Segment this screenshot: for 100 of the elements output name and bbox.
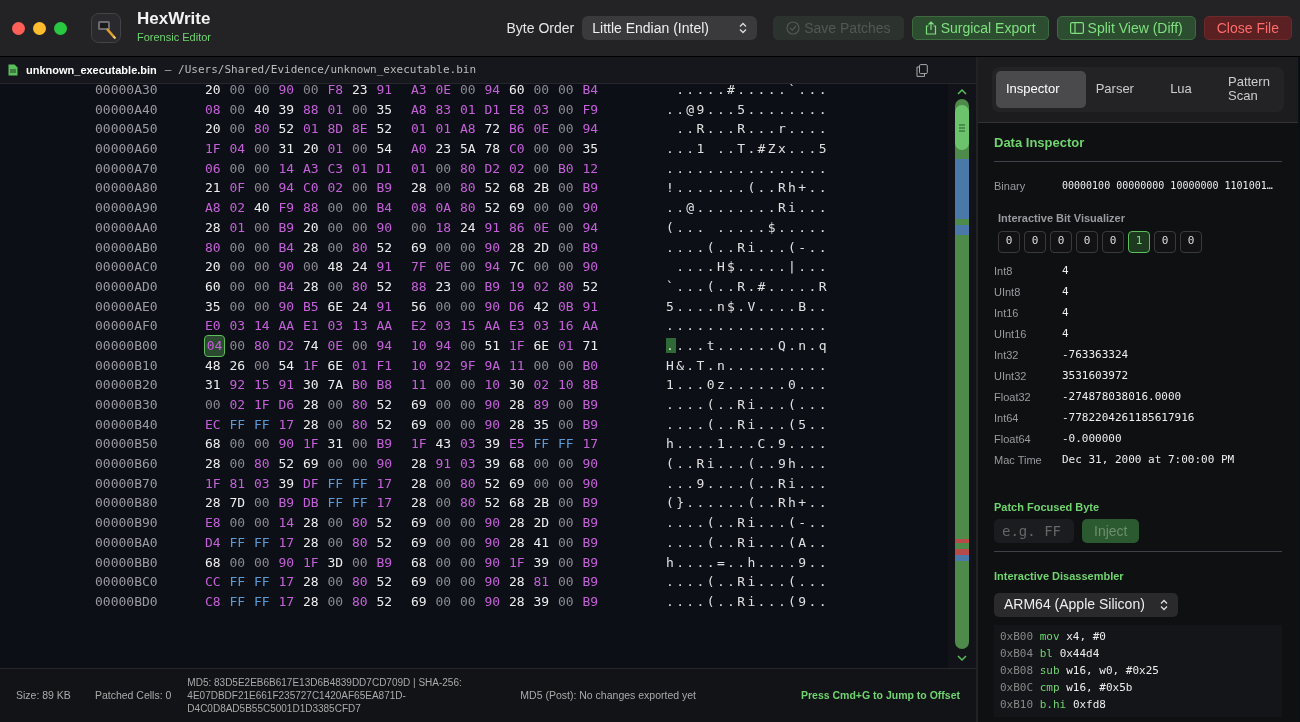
hex-byte[interactable]: 03 xyxy=(254,473,279,494)
hex-byte[interactable]: 90 xyxy=(376,217,401,238)
hex-byte[interactable]: 80 xyxy=(460,493,485,514)
hex-byte[interactable]: FF xyxy=(254,532,279,553)
hex-byte[interactable]: FF xyxy=(254,591,279,612)
hex-byte[interactable]: 19 xyxy=(509,276,534,297)
hex-byte[interactable]: FF xyxy=(352,473,377,494)
hex-byte[interactable]: 42 xyxy=(533,296,558,317)
hex-byte[interactable]: 56 xyxy=(411,296,436,317)
hex-byte[interactable]: A3 xyxy=(303,158,328,179)
hex-byte[interactable]: 52 xyxy=(278,454,303,474)
hex-byte[interactable]: 52 xyxy=(376,237,401,258)
hex-byte[interactable]: 00 xyxy=(254,276,279,297)
hex-byte[interactable]: 30 xyxy=(509,375,534,395)
hex-byte[interactable]: 00 xyxy=(460,375,485,395)
hex-byte[interactable]: F1 xyxy=(376,355,401,376)
hex-byte[interactable]: 31 xyxy=(278,139,303,159)
hex-byte[interactable]: B0 xyxy=(558,158,583,179)
hex-byte[interactable]: 00 xyxy=(254,217,279,238)
hex-byte[interactable]: 00 xyxy=(229,257,254,277)
hex-byte[interactable]: 28 xyxy=(509,591,534,612)
hex-byte[interactable]: 00 xyxy=(352,552,377,573)
hex-byte[interactable]: 00 xyxy=(229,335,254,356)
hex-byte[interactable]: 7F xyxy=(411,257,436,277)
hex-byte[interactable]: 20 xyxy=(205,84,230,100)
hex-byte[interactable]: 18 xyxy=(435,217,460,238)
hex-byte[interactable]: 00 xyxy=(558,217,583,238)
hex-byte[interactable]: 6E xyxy=(327,355,352,376)
hex-byte[interactable]: 92 xyxy=(435,355,460,376)
hex-byte[interactable]: 03 xyxy=(533,316,558,336)
hex-byte[interactable]: 94 xyxy=(376,335,401,356)
hex-byte[interactable]: FF xyxy=(254,572,279,592)
hex-byte[interactable]: 17 xyxy=(376,473,401,494)
hex-byte[interactable]: 28 xyxy=(303,513,328,533)
hex-byte[interactable]: 03 xyxy=(460,454,485,474)
hex-byte[interactable]: B5 xyxy=(303,296,328,317)
hex-byte[interactable]: 15 xyxy=(460,316,485,336)
hex-byte[interactable]: D2 xyxy=(484,158,509,179)
hex-byte[interactable]: 00 xyxy=(327,395,352,415)
hex-byte[interactable]: 28 xyxy=(509,414,534,435)
hex-byte[interactable]: DB xyxy=(303,493,328,514)
hex-byte[interactable]: 00 xyxy=(352,99,377,120)
hex-byte[interactable]: 06 xyxy=(205,158,230,179)
hex-byte[interactable]: 20 xyxy=(205,119,230,140)
hex-byte[interactable]: 40 xyxy=(254,198,279,218)
hex-byte[interactable]: 00 xyxy=(435,552,460,573)
hex-byte[interactable]: 02 xyxy=(229,198,254,218)
hex-byte[interactable]: 00 xyxy=(533,84,558,100)
hex-byte[interactable]: 28 xyxy=(509,572,534,592)
hex-byte[interactable]: 00 xyxy=(352,434,377,455)
hex-byte[interactable]: 14 xyxy=(254,316,279,336)
hex-byte[interactable]: 20 xyxy=(205,257,230,277)
hex-byte[interactable]: D6 xyxy=(509,296,534,317)
hex-byte[interactable]: 00 xyxy=(254,158,279,179)
hex-byte[interactable]: 28 xyxy=(303,414,328,435)
hex-byte[interactable]: 92 xyxy=(229,375,254,395)
hex-byte[interactable]: 00 xyxy=(229,454,254,474)
hex-byte[interactable]: 83 xyxy=(435,99,460,120)
hex-byte[interactable]: 00 xyxy=(558,119,583,140)
hex-byte[interactable]: 03 xyxy=(327,316,352,336)
hex-byte[interactable]: FF xyxy=(352,493,377,514)
hex-byte[interactable]: 01 xyxy=(327,139,352,159)
hex-byte[interactable]: 81 xyxy=(533,572,558,592)
hex-byte[interactable]: 0A xyxy=(435,198,460,218)
hex-byte[interactable]: 04 xyxy=(205,335,224,356)
hex-byte[interactable]: 78 xyxy=(484,139,509,159)
hex-byte[interactable]: 00 xyxy=(558,473,583,494)
hex-byte[interactable]: 14 xyxy=(278,158,303,179)
hex-byte[interactable]: 00 xyxy=(435,591,460,612)
hex-byte[interactable]: 0E xyxy=(533,217,558,238)
hex-byte[interactable]: 01 xyxy=(352,158,377,179)
hex-byte[interactable]: 23 xyxy=(435,139,460,159)
hex-byte[interactable]: 10 xyxy=(411,335,436,356)
hex-byte[interactable]: B9 xyxy=(484,276,509,297)
hex-byte[interactable]: 91 xyxy=(484,217,509,238)
hex-byte[interactable]: 91 xyxy=(582,296,607,317)
hex-byte[interactable]: 90 xyxy=(484,414,509,435)
hex-byte[interactable]: 24 xyxy=(460,217,485,238)
hex-byte[interactable]: 02 xyxy=(533,375,558,395)
hex-byte[interactable]: 10 xyxy=(484,375,509,395)
hex-byte[interactable]: 90 xyxy=(582,473,607,494)
hex-byte[interactable]: 89 xyxy=(533,395,558,415)
hex-byte[interactable]: FF xyxy=(229,591,254,612)
hex-byte[interactable]: 90 xyxy=(484,296,509,317)
hex-byte[interactable]: 1F xyxy=(205,473,230,494)
hex-byte[interactable]: 7A xyxy=(327,375,352,395)
hex-byte[interactable]: 28 xyxy=(205,493,230,514)
hex-byte[interactable]: 39 xyxy=(278,99,303,120)
hex-byte[interactable]: 94 xyxy=(278,178,303,199)
hex-byte[interactable]: B4 xyxy=(582,84,607,100)
hex-byte[interactable]: 00 xyxy=(229,296,254,317)
hex-byte[interactable]: 90 xyxy=(484,395,509,415)
hex-byte[interactable]: 60 xyxy=(205,276,230,297)
hex-byte[interactable]: 80 xyxy=(352,395,377,415)
hex-byte[interactable]: 35 xyxy=(582,139,607,159)
hex-byte[interactable]: 52 xyxy=(582,276,607,297)
hex-byte[interactable]: 01 xyxy=(229,217,254,238)
hex-byte[interactable]: 0F xyxy=(229,178,254,199)
hex-byte[interactable]: 00 xyxy=(352,454,377,474)
hex-byte[interactable]: 52 xyxy=(376,513,401,533)
